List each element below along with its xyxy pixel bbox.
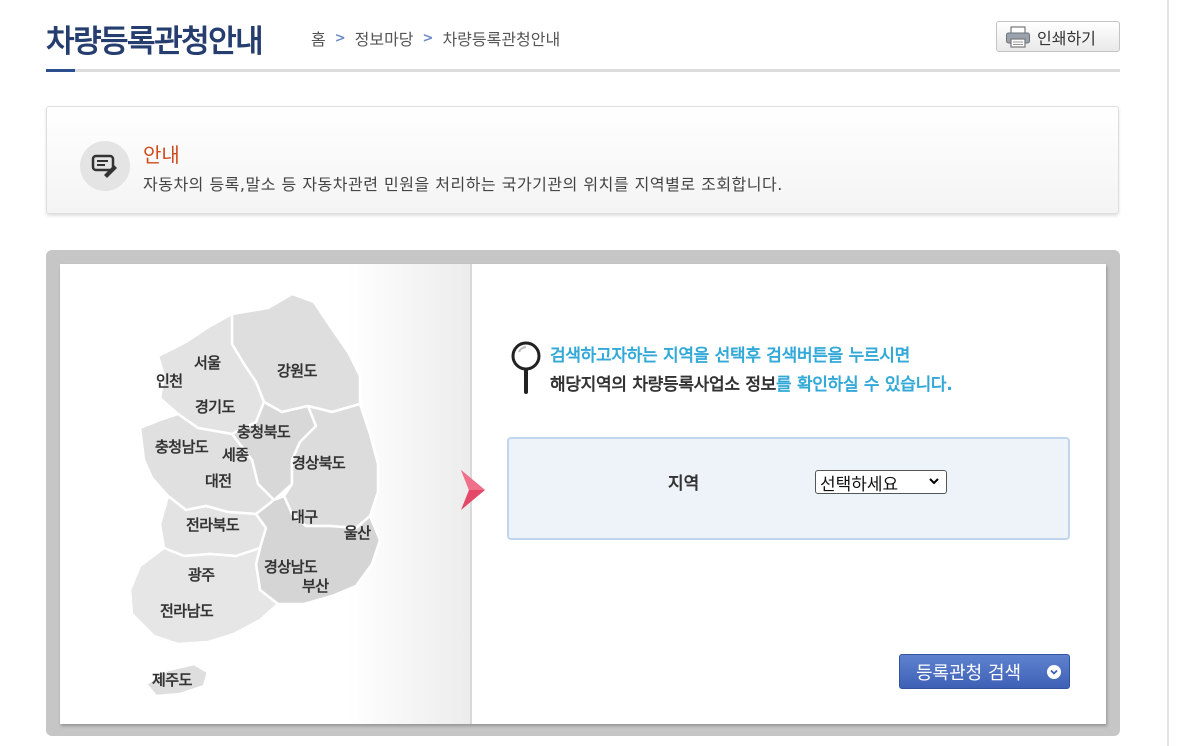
guide-line-2-blue: 를 확인하실 수 있습니다. <box>776 375 953 395</box>
breadcrumb-current: 차량등록관청안내 <box>442 30 561 49</box>
map-label-sejong[interactable]: 세종 <box>222 444 249 465</box>
title-divider <box>46 69 1120 72</box>
map-label-gwangju[interactable]: 광주 <box>188 564 215 585</box>
search-panel: 지역 선택하세요 <box>507 437 1070 540</box>
map-label-chungnam[interactable]: 충청남도 <box>155 436 209 457</box>
print-button[interactable]: 인쇄하기 <box>996 21 1120 52</box>
guide-line-1: 검색하고자하는 지역을 선택후 검색버튼을 누르시면 <box>550 346 910 366</box>
chevron-down-icon <box>1047 665 1061 679</box>
map-panel: 서울 인천 강원도 경기도 충청북도 충청남도 세종 대전 경상북도 전라북도 … <box>60 264 471 724</box>
region-select-value: 선택하세요 <box>820 474 899 495</box>
search-office-button-label: 등록관청 검색 <box>916 662 1022 684</box>
region-label: 지역 <box>668 474 700 494</box>
map-label-gangwon[interactable]: 강원도 <box>277 360 317 381</box>
arrow-right-icon <box>461 470 485 510</box>
map-label-daegu[interactable]: 대구 <box>291 506 318 527</box>
map-label-busan[interactable]: 부산 <box>302 575 329 596</box>
chevron-down-icon <box>929 478 939 485</box>
search-office-button[interactable]: 등록관청 검색 <box>899 654 1070 689</box>
map-label-ulsan[interactable]: 울산 <box>344 522 371 543</box>
map-label-jeju[interactable]: 제주도 <box>152 669 192 690</box>
magnifier-icon <box>511 341 541 394</box>
title-divider-accent <box>46 69 75 72</box>
guide-line-2: 해당지역의 차량등록사업소 정보를 확인하실 수 있습니다. <box>550 370 953 395</box>
breadcrumb-info[interactable]: 정보마당 <box>355 26 414 50</box>
notice-text: 자동차의 등록,말소 등 자동차관련 민원을 처리하는 국가기관의 위치를 지역… <box>143 175 783 194</box>
breadcrumb-home[interactable]: 홈 <box>311 26 326 50</box>
guide-line-2-dark: 해당지역의 차량등록사업소 정보 <box>550 375 776 395</box>
map-label-daejeon[interactable]: 대전 <box>205 470 232 491</box>
korea-map <box>128 292 382 698</box>
map-label-seoul[interactable]: 서울 <box>194 352 221 373</box>
chevron-right-icon: > <box>422 30 434 46</box>
map-label-chungbuk[interactable]: 충청북도 <box>237 421 291 442</box>
notice-box: 안내 자동차의 등록,말소 등 자동차관련 민원을 처리하는 국가기관의 위치를… <box>46 106 1119 214</box>
map-label-jeonnam[interactable]: 전라남도 <box>160 600 214 621</box>
page-right-border <box>1167 0 1169 746</box>
breadcrumb: 홈 > 정보마당 > 차량등록관청안내 <box>311 26 560 50</box>
region-select[interactable]: 선택하세요 <box>815 470 947 495</box>
chevron-right-icon: > <box>334 30 346 46</box>
notice-icon <box>80 141 130 191</box>
map-label-gyeongnam[interactable]: 경상남도 <box>264 556 318 577</box>
map-label-incheon[interactable]: 인천 <box>156 370 183 391</box>
printer-icon <box>1006 25 1030 48</box>
print-label: 인쇄하기 <box>1037 28 1096 48</box>
map-label-gyeongbuk[interactable]: 경상북도 <box>292 452 346 473</box>
map-label-gyeonggi[interactable]: 경기도 <box>195 396 235 417</box>
notice-title: 안내 <box>143 143 180 167</box>
page-title: 차량등록관청안내 <box>46 24 264 60</box>
map-label-jeonbuk[interactable]: 전라북도 <box>186 514 240 535</box>
map-region-jeonnam[interactable] <box>128 546 280 646</box>
